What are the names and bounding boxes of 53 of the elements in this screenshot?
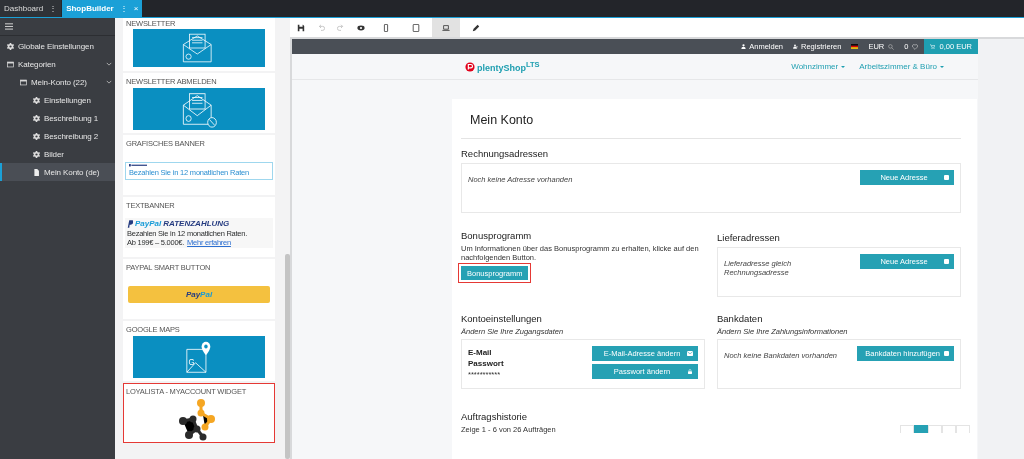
map-pin-drawing: G	[133, 335, 265, 378]
paypal-logo-icon	[129, 164, 147, 167]
sidebar-item[interactable]: Globale Einstellungen	[0, 37, 115, 55]
plus-icon	[944, 259, 949, 264]
paypal-logo-icon	[127, 219, 133, 228]
section-heading: Auftragshistorie	[461, 411, 528, 423]
gear-icon	[7, 42, 14, 50]
desktop-button[interactable]	[432, 18, 460, 37]
scrollbar-thumb[interactable]	[285, 254, 290, 459]
lock-icon	[687, 369, 693, 374]
app-tab[interactable]: Dashboard ⋮	[0, 0, 62, 17]
gear-icon	[33, 150, 40, 158]
sidebar-item[interactable]: Kategorien	[0, 55, 115, 73]
section-heading: Kontoeinstellungen	[461, 313, 543, 325]
caret-icon	[841, 65, 846, 68]
cart-icon	[930, 44, 936, 49]
window-icon	[7, 60, 14, 68]
plus-icon	[944, 175, 949, 180]
chevron-icon[interactable]	[106, 62, 112, 66]
caret-icon	[940, 65, 944, 68]
page-icon	[33, 168, 40, 176]
brand-name: PayPal	[135, 219, 162, 228]
sidebar-item[interactable]: Einstellungen	[0, 91, 115, 109]
section-heading: Bankdaten	[717, 313, 764, 325]
shop-logo: plentyShop$^{LTS}$	[477, 60, 540, 73]
plus-icon	[944, 351, 949, 356]
sidebar-item[interactable]: Beschreibung 1	[0, 109, 115, 127]
gear-icon	[33, 96, 40, 104]
envelope-icon	[687, 351, 693, 356]
heart-icon[interactable]	[912, 43, 919, 50]
section-heading: Lieferadressen	[717, 232, 781, 244]
flag-icon[interactable]	[851, 44, 859, 49]
field-label: E-Mail	[468, 348, 493, 357]
sidebar-item[interactable]: Beschreibung 2	[0, 127, 115, 145]
search-icon[interactable]	[888, 43, 895, 50]
sidebar-item[interactable]: Mein-Konto (22)	[0, 73, 115, 91]
field-label: Passwort	[468, 359, 504, 368]
add-user-icon	[793, 44, 798, 49]
gear-icon	[33, 114, 40, 122]
section-heading: Rechnungsadressen	[461, 148, 550, 160]
section-heading: Bonusprogramm	[461, 230, 533, 242]
sidebar-item[interactable]: Mein Konto (de)	[0, 163, 115, 181]
logo-icon	[465, 61, 475, 72]
page-title: Mein Konto	[470, 113, 535, 129]
user-icon	[741, 44, 747, 49]
menu-icon[interactable]	[5, 23, 13, 30]
sidebar-item[interactable]: Bilder	[0, 145, 115, 163]
window-icon	[20, 78, 27, 86]
paypal-button: PayPal	[128, 286, 270, 303]
chevron-icon[interactable]	[106, 80, 112, 84]
gear-icon	[33, 132, 40, 140]
banner-title: RATENZAHLUNG	[163, 219, 230, 228]
tab-menu-icon[interactable]: ⋮	[49, 4, 58, 13]
